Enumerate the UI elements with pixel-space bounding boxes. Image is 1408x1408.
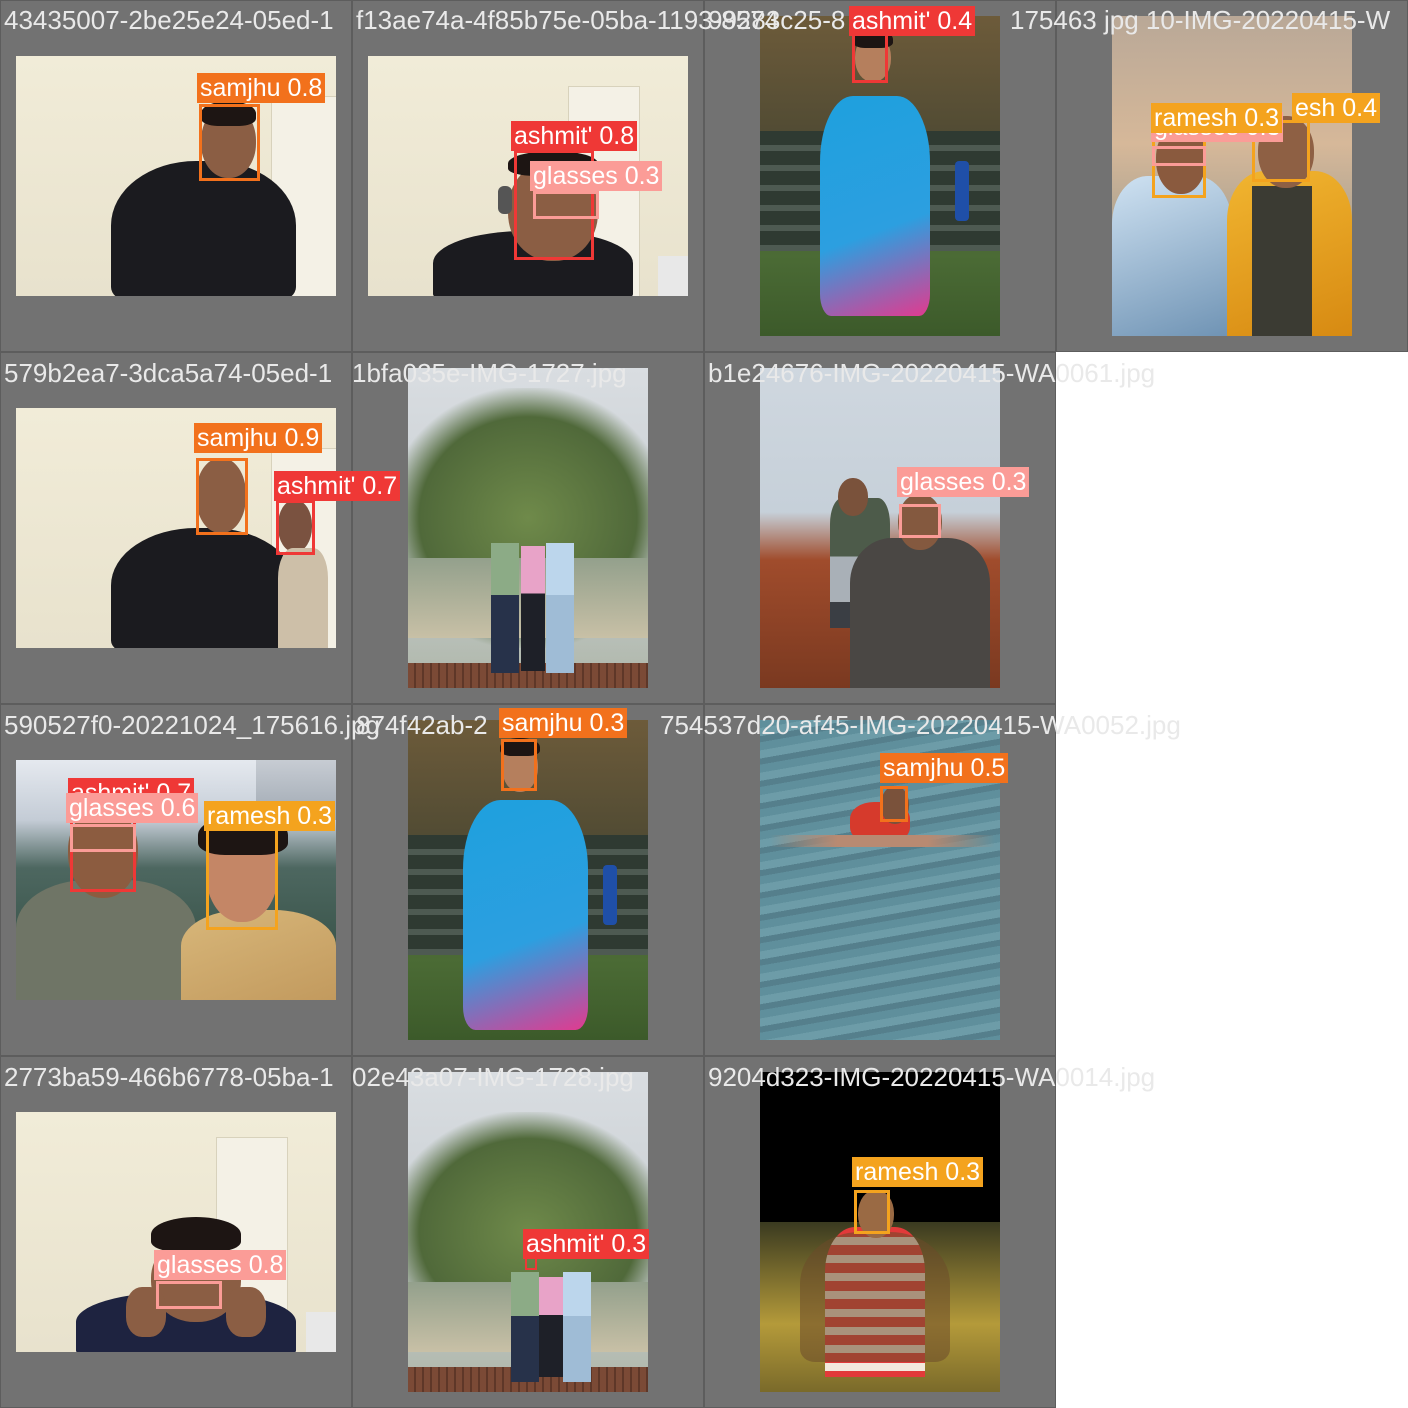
bbox-ashmit <box>852 33 888 83</box>
photo <box>408 368 648 688</box>
detection-label: ashmit' 0.7 <box>274 471 401 501</box>
bbox-samjhu <box>501 739 537 791</box>
tile-r1c3[interactable]: ashmit' 0.4 <box>704 0 1056 352</box>
filename-label: 9204d323-IMG-20220415-WA0014.jpg <box>708 1062 1156 1092</box>
bbox-glasses <box>533 191 599 219</box>
bbox-ramesh <box>854 1190 890 1234</box>
tile-r1c1[interactable]: samjhu 0.8 <box>0 0 352 352</box>
tile-r4c1[interactable]: glasses 0.8 <box>0 1056 352 1408</box>
filename-label: b1e24676-IMG-20220415-WA0061.jpg <box>708 358 1156 388</box>
bbox-glasses <box>70 824 136 852</box>
detection-label: glasses 0.6 <box>66 793 199 823</box>
detection-label: glasses 0.3 <box>530 161 663 191</box>
bbox-samjhu <box>880 786 908 822</box>
tile-r2c1[interactable]: samjhu 0.9 ashmit' 0.7 <box>0 352 401 704</box>
filename-label: 175463 jpg 10-IMG-20220415-W <box>1010 5 1391 35</box>
bbox-ramesh <box>206 826 278 930</box>
detection-label: samjhu 0.5 <box>880 753 1009 783</box>
filename-label: 99283c25-8 <box>708 5 846 35</box>
tile-r3c3[interactable]: samjhu 0.5 <box>704 704 1056 1056</box>
photo <box>16 1112 336 1352</box>
bbox-glasses <box>156 1281 222 1309</box>
filename-label: 590527f0-20221024_175616.jpg <box>4 710 380 740</box>
filename-label: 2773ba59-466b6778-05ba-1 <box>4 1062 334 1092</box>
filename-label: 874f42ab-2 <box>356 710 488 740</box>
bbox-glasses <box>1152 146 1206 166</box>
tile-r1c2[interactable]: ashmit' 0.8 glasses 0.3 <box>352 0 704 352</box>
detection-label: samjhu 0.9 <box>194 423 323 453</box>
filename-label: 754537d20-af45-IMG-20220415-WA0052.jpg <box>660 710 1181 740</box>
detection-label: esh 0.4 <box>1292 93 1381 123</box>
tile-r4c2[interactable]: ashmit' 0.3 <box>352 1056 704 1408</box>
photo <box>760 368 1000 688</box>
tile-r4c3[interactable]: ramesh 0.3 ramesh 0.3 <box>704 1056 1056 1408</box>
tile-r3c1[interactable]: ashmit' 0.7 glasses 0.6 ramesh 0.3 <box>0 704 352 1056</box>
tile-r1c4[interactable]: glasses 0.3 esh 0.4 ramesh 0.3 <box>1056 0 1408 352</box>
tile-r2c2[interactable] <box>352 352 704 704</box>
detection-label: ashmit' 0.8 <box>511 121 638 151</box>
detection-label: ashmit' 0.3 <box>523 1229 650 1259</box>
detection-label: samjhu 0.8 <box>197 73 326 103</box>
photo <box>1112 16 1352 336</box>
filename-label: 02e43a07-IMG-1728.jpg <box>352 1062 634 1092</box>
filename-label: 43435007-2be25e24-05ed-1 <box>4 5 334 35</box>
detection-label: ramesh 0.3 <box>1151 103 1283 133</box>
tile-r2c3[interactable]: glasses 0.3 <box>704 352 1056 704</box>
detection-label: glasses 0.3 <box>897 467 1030 497</box>
bbox-glasses <box>899 504 941 538</box>
detection-label: ramesh 0.3 <box>204 801 336 831</box>
tile-r3c2[interactable]: samjhu 0.3 <box>352 704 704 1056</box>
filename-label: 579b2ea7-3dca5a74-05ed-1 <box>4 358 333 388</box>
filename-label: 1bfa035e-IMG-1727.jpg <box>352 358 627 388</box>
detection-label: ashmit' 0.4 <box>849 6 976 36</box>
bbox-samjhu <box>196 458 248 535</box>
detection-label: glasses 0.8 <box>154 1250 287 1280</box>
bbox-samjhu <box>199 104 260 181</box>
bbox-ashmit <box>276 500 315 555</box>
detection-results-grid: samjhu 0.8 ashmit' 0.8 glasses 0.3 ashmi… <box>0 0 1408 1408</box>
detection-label: samjhu 0.3 <box>499 708 628 738</box>
